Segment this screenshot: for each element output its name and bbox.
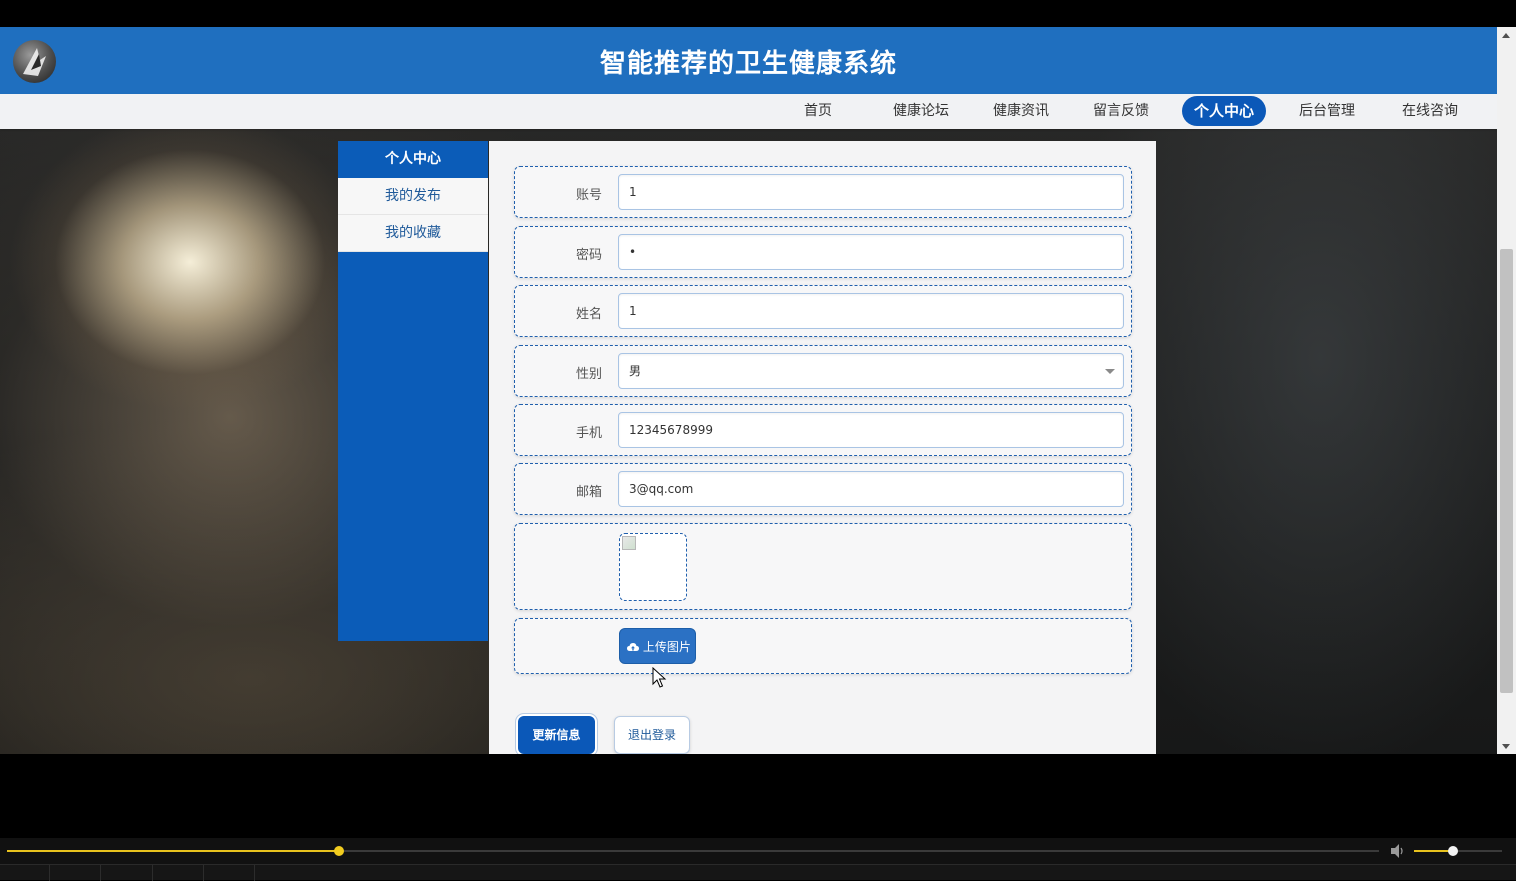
logout-button[interactable]: 退出登录 bbox=[614, 716, 690, 754]
form-row-avatar bbox=[514, 523, 1132, 610]
upload-image-button[interactable]: 上传图片 bbox=[619, 628, 696, 664]
avatar-preview[interactable] bbox=[619, 533, 687, 601]
scrollbar-thumb[interactable] bbox=[1500, 249, 1513, 693]
video-letterbox bbox=[0, 754, 1516, 838]
nav-admin[interactable]: 后台管理 bbox=[1294, 96, 1360, 126]
sidebar: 个人中心 我的发布 我的收藏 bbox=[338, 141, 488, 641]
seek-bar[interactable] bbox=[7, 846, 1379, 856]
account-input[interactable]: 1 bbox=[618, 174, 1124, 210]
account-label: 账号 bbox=[575, 188, 602, 203]
main-nav: 首页 健康论坛 健康资讯 留言反馈 个人中心 后台管理 在线咨询 bbox=[0, 94, 1497, 129]
upload-button-label: 上传图片 bbox=[642, 640, 691, 654]
site-title: 智能推荐的卫生健康系统 bbox=[599, 49, 897, 79]
strip-cell bbox=[101, 865, 153, 881]
top-letterbox bbox=[0, 0, 1516, 27]
volume-handle[interactable] bbox=[1447, 846, 1458, 856]
email-label: 邮箱 bbox=[575, 485, 602, 500]
seek-handle[interactable] bbox=[334, 846, 345, 856]
gender-select-value: 男 bbox=[629, 364, 642, 378]
strip-cell bbox=[50, 865, 101, 881]
seek-progress bbox=[7, 850, 340, 852]
phone-input[interactable]: 12345678999 bbox=[618, 412, 1124, 448]
phone-label: 手机 bbox=[575, 426, 602, 441]
nav-health-news[interactable]: 健康资讯 bbox=[988, 96, 1054, 126]
form-row-account: 账号 1 bbox=[514, 166, 1132, 218]
gender-label: 性别 bbox=[575, 367, 602, 382]
volume-slider[interactable] bbox=[1414, 846, 1502, 856]
form-row-gender: 性别 男 bbox=[514, 345, 1132, 397]
form-row-email: 邮箱 3@qq.com bbox=[514, 463, 1132, 515]
mouse-cursor-icon bbox=[652, 667, 667, 688]
strip-cell bbox=[0, 865, 50, 881]
email-input[interactable]: 3@qq.com bbox=[618, 471, 1124, 507]
form-row-name: 姓名 1 bbox=[514, 285, 1132, 337]
name-input[interactable]: 1 bbox=[618, 293, 1124, 329]
broken-image-icon bbox=[622, 536, 636, 550]
strip-cell bbox=[153, 865, 204, 881]
nav-online-consult[interactable]: 在线咨询 bbox=[1397, 96, 1463, 126]
browser-viewport: 智能推荐的卫生健康系统 首页 健康论坛 健康资讯 留言反馈 个人中心 后台管理 … bbox=[0, 27, 1497, 754]
sidebar-item-personal-center[interactable]: 个人中心 bbox=[338, 141, 488, 178]
name-label: 姓名 bbox=[575, 307, 602, 322]
volume-icon[interactable] bbox=[1390, 843, 1408, 859]
gender-select[interactable]: 男 bbox=[618, 353, 1124, 389]
scroll-up-icon[interactable] bbox=[1502, 33, 1510, 38]
cloud-upload-icon bbox=[627, 643, 639, 651]
nav-personal-center[interactable]: 个人中心 bbox=[1182, 96, 1266, 126]
sidebar-item-my-favorites[interactable]: 我的收藏 bbox=[338, 215, 488, 252]
vertical-scrollbar[interactable] bbox=[1497, 27, 1516, 754]
chevron-down-icon bbox=[1105, 369, 1115, 374]
profile-form-panel: 账号 1 密码 • 姓名 1 性别 男 手机 12345678999 邮箱 3@… bbox=[489, 141, 1156, 754]
password-input[interactable]: • bbox=[618, 234, 1124, 270]
nav-health-forum[interactable]: 健康论坛 bbox=[888, 96, 954, 126]
strip-cell bbox=[204, 865, 255, 881]
volume-level bbox=[1414, 850, 1453, 852]
password-label: 密码 bbox=[575, 248, 602, 263]
form-row-phone: 手机 12345678999 bbox=[514, 404, 1132, 456]
update-info-button[interactable]: 更新信息 bbox=[518, 716, 595, 754]
scroll-down-icon[interactable] bbox=[1502, 744, 1510, 749]
nav-feedback[interactable]: 留言反馈 bbox=[1088, 96, 1154, 126]
sidebar-item-my-posts[interactable]: 我的发布 bbox=[338, 178, 488, 215]
video-player-controls bbox=[0, 838, 1516, 881]
site-header: 智能推荐的卫生健康系统 bbox=[0, 27, 1497, 94]
form-row-password: 密码 • bbox=[514, 226, 1132, 278]
form-row-upload: 上传图片 bbox=[514, 618, 1132, 674]
nav-home[interactable]: 首页 bbox=[795, 96, 841, 126]
player-bottom-strip bbox=[0, 864, 1516, 881]
